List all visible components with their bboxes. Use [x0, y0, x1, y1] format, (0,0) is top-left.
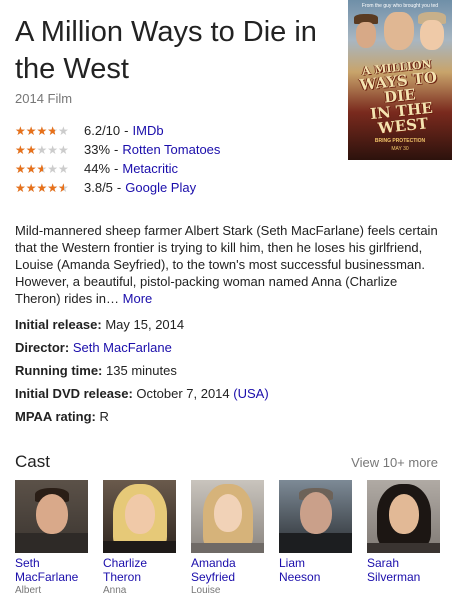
cast-name[interactable]: Amanda Seyfried [191, 556, 264, 584]
director-link[interactable]: Seth MacFarlane [73, 340, 172, 355]
star-rating-icon: ★★★★★★★★★★ [15, 143, 69, 156]
rating-score: 44% [84, 161, 111, 176]
description-text: Mild-mannered sheep farmer Albert Stark … [15, 223, 438, 306]
cast-role: Albert [15, 585, 42, 596]
fact-runtime: Running time: 135 minutes [15, 362, 440, 385]
star-rating-icon: ★★★★★★★★★★ [15, 124, 69, 137]
star-rating-icon: ★★★★★★★★★★ [15, 181, 69, 194]
rating-source-link[interactable]: Google Play [125, 180, 196, 195]
description-more-link[interactable]: More [123, 291, 153, 306]
fact-mpaa: MPAA rating: R [15, 408, 440, 431]
cast-title: Cast [15, 452, 50, 471]
cast-name[interactable]: Sarah Silverman [367, 556, 440, 584]
fact-dvd-release: Initial DVD release: October 7, 2014 (US… [15, 385, 440, 408]
rating-row: ★★★★★★★★★★ 44%-Metacritic [15, 161, 178, 176]
rating-row: ★★★★★★★★★★ 33%-Rotten Tomatoes [15, 142, 221, 157]
movie-poster[interactable]: From the guy who brought you ted A MILLI… [348, 0, 452, 160]
movie-facts: Initial release: May 15, 2014 Director: … [15, 316, 440, 431]
fact-release: Initial release: May 15, 2014 [15, 316, 440, 339]
cast-member[interactable]: Sarah Silverman [367, 480, 440, 584]
poster-date: MAY 30 [391, 146, 409, 152]
poster-tagline: From the guy who brought you ted [361, 3, 439, 9]
cast-photo[interactable] [367, 480, 440, 553]
movie-title: A Million Ways to Die in the West [15, 16, 317, 85]
fact-label: Initial release: [15, 317, 102, 332]
poster-title: A MILLION WAYS TO DIE IN THE WEST [358, 57, 438, 138]
rating-row: ★★★★★ ★★★★★ 3.8/5- Google Play [15, 180, 197, 195]
cast-member[interactable]: Amanda Seyfried Louise [191, 480, 264, 598]
cast-photo[interactable] [103, 480, 176, 553]
star-rating-icon: ★★★★★★★★★★ [15, 162, 69, 175]
fact-value: R [99, 409, 109, 424]
cast-member[interactable]: Charlize Theron Anna [103, 480, 176, 598]
rating-source-link[interactable]: IMDb [133, 123, 164, 138]
view-more-cast-link[interactable]: View 10+ more [351, 455, 438, 470]
cast-photo[interactable] [279, 480, 352, 553]
fact-label: Director: [15, 340, 70, 355]
cast-role: Louise [191, 585, 221, 596]
fact-label: Running time: [15, 363, 103, 378]
fact-director: Director: Seth MacFarlane [15, 339, 440, 362]
poster-release: BRING PROTECTION [374, 138, 426, 144]
rating-row: ★★★★★★★★★★ 6.2/10-IMDb [15, 123, 164, 138]
rating-score: 3.8/5 [84, 180, 113, 195]
fact-label: Initial DVD release: [15, 386, 133, 401]
rating-source-link[interactable]: Rotten Tomatoes [122, 142, 220, 157]
fact-value: October 7, 2014 [136, 386, 230, 401]
cast-photo[interactable] [15, 480, 88, 553]
fact-value: 135 minutes [106, 363, 177, 378]
fact-label: MPAA rating: [15, 409, 96, 424]
cast-member[interactable]: Liam Neeson [279, 480, 352, 584]
fact-value: May 15, 2014 [105, 317, 185, 332]
cast-member[interactable]: Seth MacFarlane Albert [15, 480, 88, 598]
cast-name[interactable]: Seth MacFarlane [15, 556, 88, 584]
rating-source-link[interactable]: Metacritic [122, 161, 178, 176]
rating-score: 33% [84, 142, 111, 157]
rating-score: 6.2/10 [84, 123, 121, 138]
cast-name[interactable]: Liam Neeson [279, 556, 352, 584]
cast-role: Anna [103, 585, 127, 596]
movie-subtitle: 2014 Film [15, 91, 73, 106]
dvd-region-link[interactable]: (USA) [233, 386, 268, 401]
cast-header: Cast View 10+ more [15, 452, 438, 474]
ratings-list: ★★★★★★★★★★ 6.2/10-IMDb ★★★★★★★★★★ 33%-Ro… [15, 121, 220, 197]
movie-description: Mild-mannered sheep farmer Albert Stark … [15, 222, 440, 307]
cast-name[interactable]: Charlize Theron [103, 556, 176, 584]
cast-photo[interactable] [191, 480, 264, 553]
